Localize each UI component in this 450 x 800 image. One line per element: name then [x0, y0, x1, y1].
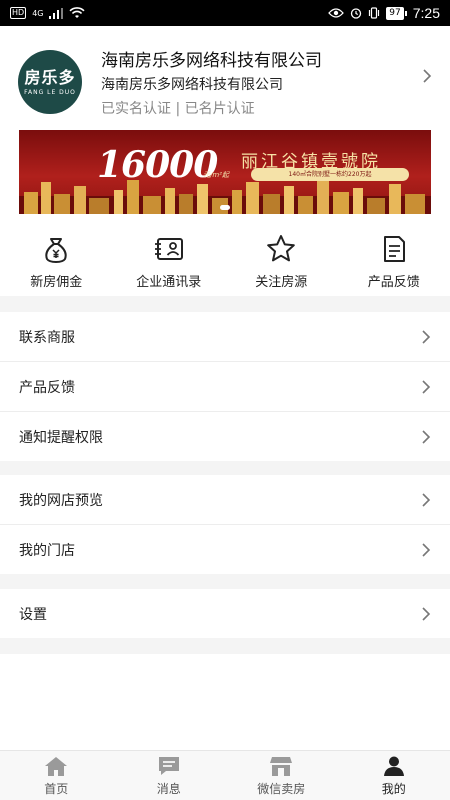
- menu-label: 设置: [19, 606, 47, 623]
- carousel-dot-active: [220, 205, 230, 210]
- store-icon: [269, 755, 293, 777]
- chevron-right-icon: [422, 429, 431, 444]
- status-left: HD 4G: [10, 7, 86, 19]
- vibrate-icon: [369, 7, 380, 19]
- banner-price: 16000: [97, 144, 218, 186]
- person-icon: [382, 755, 406, 777]
- quick-action-contacts[interactable]: 企业通讯录: [113, 222, 226, 294]
- menu-product-feedback[interactable]: 产品反馈: [0, 362, 450, 411]
- logo-text: 房乐多: [24, 67, 76, 87]
- bottom-tab-bar: 首页 消息 微信卖房 我的: [0, 750, 450, 800]
- quick-action-feedback[interactable]: 产品反馈: [338, 222, 450, 294]
- wifi-icon: [69, 7, 86, 18]
- promo-banner[interactable]: 16000 元/m²起 丽江谷镇壹號院 140㎡合院别墅一栋约220万起: [19, 130, 431, 214]
- menu-label: 联系商服: [19, 329, 75, 346]
- quick-action-favorites[interactable]: 关注房源: [225, 222, 338, 294]
- company-logo: 房乐多 FANG LE DUO: [18, 50, 82, 114]
- battery-indicator: 97: [386, 6, 407, 20]
- quick-action-label: 企业通讯录: [136, 275, 202, 290]
- menu-label: 产品反馈: [19, 379, 75, 396]
- tab-label: 微信卖房: [257, 782, 306, 796]
- menu-contact-service[interactable]: 联系商服: [0, 312, 450, 361]
- home-icon: [44, 755, 68, 777]
- quick-action-label: 产品反馈: [367, 275, 420, 290]
- eye-icon: [328, 8, 345, 18]
- carousel-indicator: [19, 205, 431, 210]
- status-time: 7:25: [412, 5, 440, 21]
- tab-home[interactable]: 首页: [0, 751, 113, 800]
- tab-messages[interactable]: 消息: [113, 751, 226, 800]
- network-type: 4G: [32, 8, 44, 18]
- logo-subtext: FANG LE DUO: [24, 88, 76, 96]
- hd-badge: HD: [10, 7, 27, 19]
- quick-action-commission[interactable]: 新房佣金: [0, 222, 113, 294]
- company-name: 海南房乐多网络科技有限公司: [101, 51, 322, 71]
- section-separator: [0, 574, 450, 589]
- quick-actions: 新房佣金 企业通讯录 关注房源 产品反馈: [0, 222, 450, 294]
- menu-label: 我的门店: [19, 542, 75, 559]
- quick-action-label: 新房佣金: [30, 275, 83, 290]
- chevron-right-icon: [422, 492, 431, 507]
- signal-icon: [49, 7, 64, 19]
- message-icon: [157, 755, 181, 777]
- chevron-right-icon: [422, 542, 431, 557]
- menu-label: 我的网店预览: [19, 492, 103, 509]
- tab-label: 首页: [44, 782, 69, 796]
- battery-cap: [404, 10, 407, 16]
- chevron-right-icon: [423, 69, 432, 83]
- quick-action-label: 关注房源: [255, 275, 308, 290]
- tab-label: 消息: [156, 782, 181, 796]
- alarm-icon: [351, 8, 362, 19]
- banner-subtitle: 140㎡合院别墅一栋约220万起: [251, 168, 409, 181]
- section-separator: [0, 461, 450, 475]
- menu-my-store[interactable]: 我的门店: [0, 525, 450, 574]
- menu-label: 通知提醒权限: [19, 429, 103, 446]
- menu-shop-preview[interactable]: 我的网店预览: [0, 475, 450, 524]
- menu-settings[interactable]: 设置: [0, 589, 450, 638]
- feedback-document-icon: [377, 232, 411, 266]
- star-icon: [264, 232, 298, 266]
- contacts-card-icon: [152, 232, 186, 266]
- battery-level: 97: [386, 6, 404, 20]
- tab-mine[interactable]: 我的: [338, 751, 450, 800]
- tab-wechat-sell[interactable]: 微信卖房: [225, 751, 338, 800]
- menu-notification-permission[interactable]: 通知提醒权限: [0, 412, 450, 461]
- chevron-right-icon: [422, 379, 431, 394]
- chevron-right-icon: [422, 606, 431, 621]
- company-card[interactable]: 房乐多 FANG LE DUO 海南房乐多网络科技有限公司 海南房乐多网络科技有…: [0, 26, 450, 130]
- status-right: 97 7:25: [328, 5, 440, 21]
- section-separator: [0, 296, 450, 312]
- banner-price-unit: 元/m²起: [203, 171, 229, 179]
- company-subname: 海南房乐多网络科技有限公司: [101, 77, 283, 93]
- chevron-right-icon: [422, 329, 431, 344]
- section-separator: [0, 638, 450, 654]
- verification-status: 已实名认证 | 已名片认证: [101, 101, 255, 117]
- tab-label: 我的: [381, 782, 406, 796]
- money-bag-icon: [39, 232, 73, 266]
- status-bar: HD 4G 97 7:25: [0, 0, 450, 26]
